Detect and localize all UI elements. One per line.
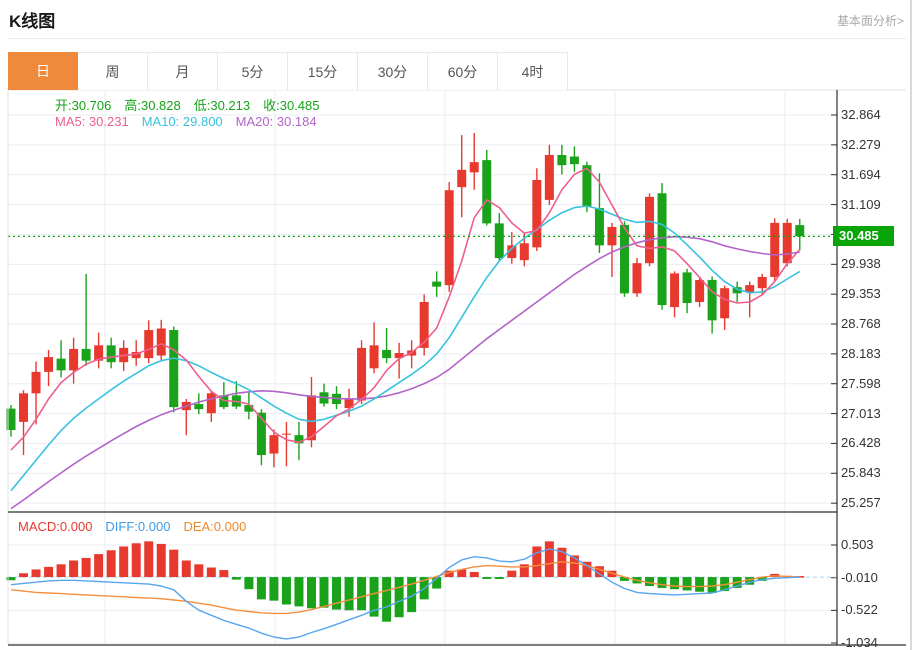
price-tick-label: 27.013 bbox=[841, 405, 881, 421]
period-tabs: 日周月 5分 15分 30分 60分 4时 bbox=[8, 52, 568, 90]
price-tick-label: 32.279 bbox=[841, 136, 881, 152]
macd-tick-label: -1.034 bbox=[841, 634, 878, 650]
ohlc-close: 收:30.485 bbox=[263, 98, 320, 113]
macd-tick-label: -0.522 bbox=[841, 602, 878, 618]
macd-legend: MACD:0.000 DIFF:0.000 DEA:0.000 bbox=[18, 519, 259, 534]
ma20-label: MA20: 30.184 bbox=[235, 114, 317, 129]
ohlc-high: 高:30.828 bbox=[124, 98, 181, 113]
macd-label: MACD:0.000 bbox=[18, 519, 93, 534]
tab-day[interactable]: 日 bbox=[8, 52, 78, 90]
price-tick-label: 26.428 bbox=[841, 435, 881, 451]
diff-label: DIFF:0.000 bbox=[105, 519, 171, 534]
price-tick-label: 28.768 bbox=[841, 316, 881, 332]
tab-week[interactable]: 周 bbox=[78, 52, 148, 90]
ohlc-legend: 开:30.706 高:30.828 低:30.213 收:30.485 bbox=[55, 95, 333, 114]
price-tick-label: 27.598 bbox=[841, 375, 881, 391]
tab-month[interactable]: 月 bbox=[148, 52, 218, 90]
price-tick-label: 32.864 bbox=[841, 107, 881, 122]
tab-15min[interactable]: 15分 bbox=[288, 52, 358, 90]
price-tick-label: 29.353 bbox=[841, 286, 881, 302]
tab-5min[interactable]: 5分 bbox=[218, 52, 288, 90]
price-tick-label: 31.109 bbox=[841, 196, 881, 212]
ma-legend: MA5: 30.231 MA10: 29.800 MA20: 30.184 bbox=[55, 114, 330, 129]
price-tick-label: 25.843 bbox=[841, 465, 881, 481]
tab-4hour[interactable]: 4时 bbox=[498, 52, 568, 90]
kline-page: K线图 基本面分析> 日周月 5分 15分 30分 60分 4时 开:30.706 高:30… bbox=[0, 0, 914, 650]
ohlc-open: 开:30.706 bbox=[55, 98, 112, 113]
macd-tick-label: 0.503 bbox=[841, 536, 874, 552]
tab-30min[interactable]: 30分 bbox=[358, 52, 428, 90]
tab-60min[interactable]: 60分 bbox=[428, 52, 498, 90]
current-price-label: 30.485 bbox=[833, 226, 894, 247]
price-tick-label: 25.257 bbox=[841, 495, 881, 511]
price-tick-label: 29.938 bbox=[841, 256, 881, 272]
macd-tick-label: -0.010 bbox=[841, 569, 878, 585]
price-tick-label: 28.183 bbox=[841, 345, 881, 361]
price-tick-label: 31.694 bbox=[841, 166, 881, 182]
ma10-label: MA10: 29.800 bbox=[141, 114, 223, 129]
dea-label: DEA:0.000 bbox=[183, 519, 247, 534]
ma5-label: MA5: 30.231 bbox=[55, 114, 129, 129]
ohlc-low: 低:30.213 bbox=[193, 98, 251, 113]
